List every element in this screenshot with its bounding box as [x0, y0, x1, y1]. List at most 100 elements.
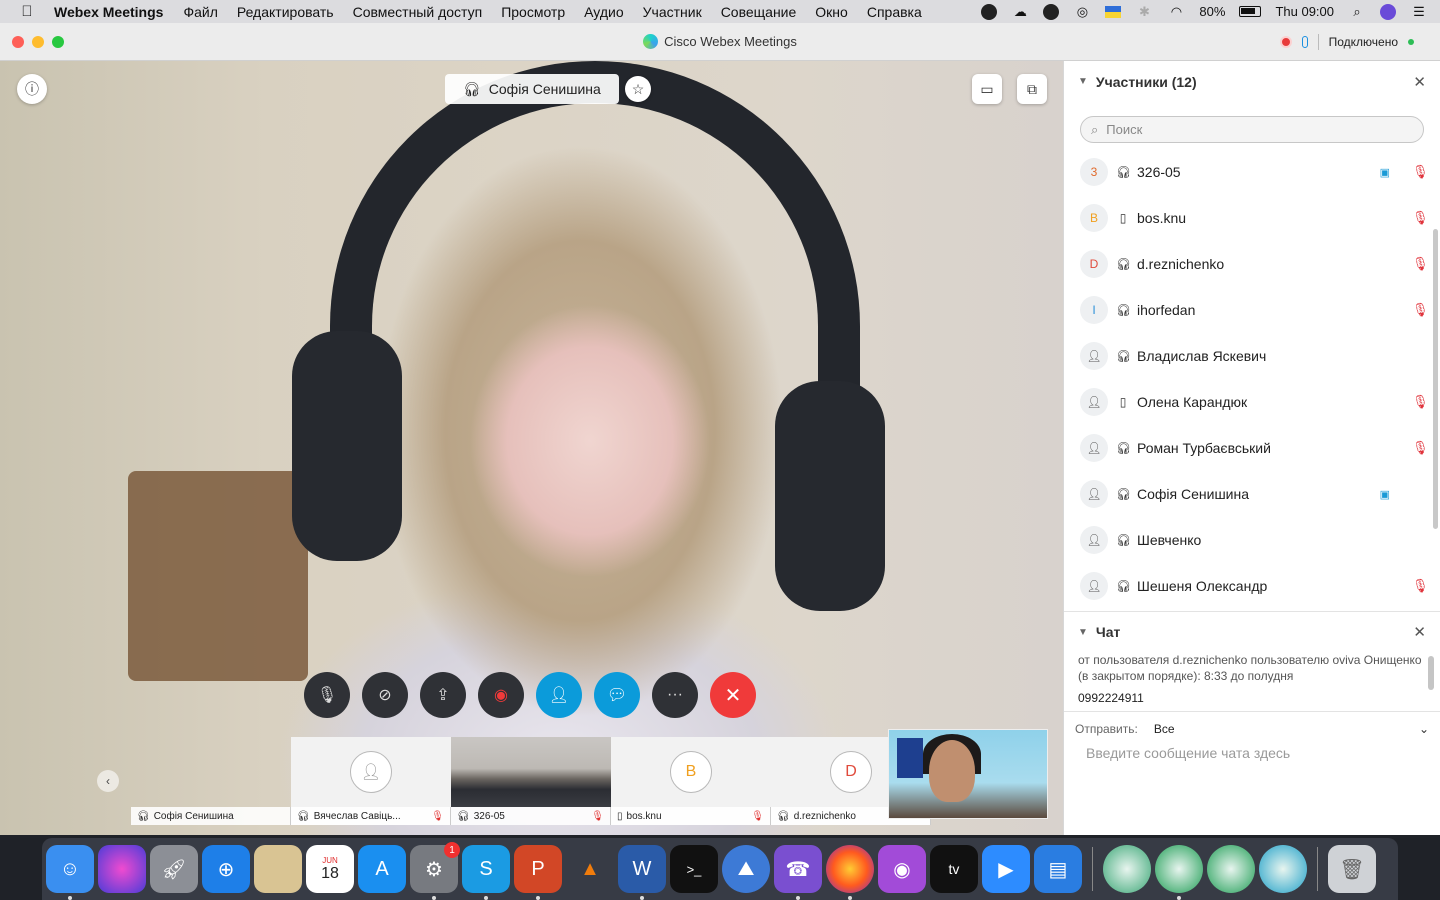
thumbnail-2[interactable]: 🎧︎ 326-05 🎙︎ [451, 737, 611, 825]
muted-mic-icon[interactable]: 🎙︎ [1412, 578, 1429, 594]
siri-icon[interactable] [98, 845, 146, 893]
siri-icon[interactable] [1380, 3, 1396, 20]
chevron-down-icon[interactable]: ▼ [1078, 76, 1088, 87]
keyboard-layout-flag-icon[interactable] [1105, 5, 1122, 18]
webex-installer-icon[interactable] [1103, 845, 1151, 893]
active-speaker-video[interactable]: ⓘ 🎧︎ Софія Сенишина ☆ ▭ ⧉ 🎙︎ ⊘ ⇪ ◉ 👤︎ 💬︎… [0, 61, 1063, 835]
powerpoint-icon[interactable]: P [514, 845, 562, 900]
close-participants-button[interactable]: ✕ [1413, 73, 1426, 91]
close-window-button[interactable] [12, 35, 24, 48]
menu-window[interactable]: Окно [815, 4, 848, 20]
battery-icon[interactable] [1239, 6, 1262, 17]
mute-button[interactable]: 🎙︎ [304, 672, 350, 718]
meeting-info-button[interactable]: ⓘ [17, 74, 47, 104]
finder-icon[interactable]: ☺ [46, 845, 94, 900]
status-app-icon[interactable] [1043, 3, 1060, 20]
spotlight-search-icon[interactable]: ⌕ [1348, 4, 1366, 20]
system-preferences-icon[interactable]: ⚙ 1 [410, 842, 460, 900]
share-button[interactable]: ⇪ [420, 672, 466, 718]
minimize-window-button[interactable] [32, 35, 44, 48]
participant-search-field[interactable]: ⌕ Поиск [1080, 116, 1424, 143]
more-options-button[interactable]: ··· [652, 672, 698, 718]
cloud-upload-icon[interactable]: ☁ [1011, 4, 1029, 20]
thumbnail-3[interactable]: B ▯ bos.knu 🎙︎ [611, 737, 771, 825]
muted-mic-icon[interactable]: 🎙︎ [1412, 164, 1429, 180]
menu-participant[interactable]: Участник [643, 4, 702, 20]
participant-row[interactable]: D 🎧︎ d.reznichenko 🎙︎ [1064, 241, 1440, 287]
apple-tv-icon[interactable]: tv [930, 845, 978, 893]
launchpad-icon[interactable]: 🚀︎ [150, 845, 198, 893]
chat-button[interactable]: 💬︎ [594, 672, 640, 718]
participant-row[interactable]: I 🎧︎ ihorfedan 🎙︎ [1064, 287, 1440, 333]
webex-meetings-icon[interactable] [1155, 845, 1203, 900]
stop-video-button[interactable]: ⊘ [362, 672, 408, 718]
participant-row[interactable]: 👤︎ 🎧︎ Владислав Яскевич [1064, 333, 1440, 379]
safari-icon[interactable]: ⊕ [202, 845, 250, 893]
participant-row[interactable]: 👤︎ 🎧︎ Шешеня Олександр 🎙︎ [1064, 563, 1440, 609]
thumbnail-1[interactable]: 👤︎ 🎧︎ Вячеслав Савіць... 🎙︎ [291, 737, 451, 825]
word-icon[interactable]: W [618, 845, 666, 900]
chevron-down-icon[interactable]: ▼ [1078, 627, 1088, 638]
layout-toggle-button[interactable]: ▭ [972, 74, 1002, 104]
thumbnail-0[interactable]: 🎧︎ Софія Сенишина [131, 737, 291, 825]
muted-mic-icon[interactable]: 🎙︎ [1412, 302, 1429, 318]
participant-row[interactable]: 3 🎧︎ 326-05 ▣ 🎙︎ [1064, 149, 1440, 195]
control-center-icon[interactable]: ☰ [1410, 4, 1428, 20]
preview-icon[interactable] [254, 845, 302, 893]
muted-mic-icon[interactable]: 🎙︎ [1412, 256, 1429, 272]
participant-row[interactable]: 👤︎ ▯ Олена Карандюк 🎙︎ [1064, 379, 1440, 425]
menu-file[interactable]: Файл [183, 4, 217, 20]
trash-icon[interactable]: 🗑︎ [1328, 845, 1376, 893]
muted-mic-icon[interactable]: 🎙︎ [1412, 440, 1429, 456]
participant-list[interactable]: 3 🎧︎ 326-05 ▣ 🎙︎ B ▯ bos.knu 🎙︎ D 🎧︎ d.reznichenko 🎙… [1064, 149, 1440, 611]
muted-mic-icon[interactable]: 🎙︎ [1412, 210, 1429, 226]
send-to-select[interactable]: Все [1154, 722, 1175, 736]
participants-panel-header[interactable]: ▼ Участники (12) ✕ [1064, 61, 1440, 102]
participants-button[interactable]: 👤︎ [536, 672, 582, 718]
skype-icon[interactable]: S [462, 845, 510, 900]
participant-list-scrollbar[interactable] [1433, 229, 1438, 529]
webex-teams-icon[interactable] [1259, 845, 1307, 893]
app-store-icon[interactable]: A [358, 845, 406, 893]
terminal-icon[interactable]: >_ [670, 845, 718, 893]
app-menu[interactable]: Webex Meetings [54, 4, 163, 20]
macs-fan-icon[interactable]: ⛰ [722, 845, 770, 893]
webex-status-icon[interactable]: ◎ [1073, 4, 1091, 20]
pin-speaker-button[interactable]: ☆ [625, 76, 651, 102]
participant-row[interactable]: 👤︎ 🎧︎ Роман Турбаєвський 🎙︎ [1064, 425, 1440, 471]
chat-panel-header[interactable]: ▼ Чат ✕ [1064, 611, 1440, 652]
menu-edit[interactable]: Редактировать [237, 4, 334, 20]
self-view-video[interactable] [888, 729, 1048, 819]
viber-icon[interactable]: ☎ [774, 845, 822, 900]
podcasts-icon[interactable]: ◉ [878, 845, 926, 893]
close-chat-button[interactable]: ✕ [1413, 623, 1426, 641]
record-button[interactable]: ◉ [478, 672, 524, 718]
wifi-icon[interactable]: ◠ [1167, 4, 1185, 20]
chevron-down-icon[interactable]: ⌄ [1419, 722, 1429, 736]
viber-status-icon[interactable] [981, 3, 998, 20]
muted-mic-icon[interactable]: 🎙︎ [1412, 394, 1429, 410]
pop-out-button[interactable]: ⧉ [1017, 74, 1047, 104]
menu-audio[interactable]: Аудио [584, 4, 624, 20]
participant-row[interactable]: B ▯ bos.knu 🎙︎ [1064, 195, 1440, 241]
menu-share[interactable]: Совместный доступ [353, 4, 483, 20]
participant-row[interactable]: 👤︎ 🎧︎ Софія Сенишина ▣ [1064, 471, 1440, 517]
apple-menu-icon[interactable]:  [0, 3, 54, 20]
files-icon[interactable]: ▤ [1034, 845, 1082, 893]
vlc-icon[interactable]: ▲ [566, 845, 614, 893]
menu-help[interactable]: Справка [867, 4, 922, 20]
thumbnail-prev-button[interactable]: ‹ [97, 770, 119, 792]
recording-indicator-icon[interactable] [1279, 35, 1292, 48]
chat-scrollbar[interactable] [1428, 656, 1434, 690]
participant-row[interactable]: 👤︎ 🎧︎ Шевченко [1064, 517, 1440, 563]
menubar-clock[interactable]: Thu 09:00 [1275, 4, 1334, 19]
end-meeting-button[interactable]: ✕ [710, 672, 756, 718]
menu-view[interactable]: Просмотр [501, 4, 565, 20]
calendar-icon[interactable]: JUN 18 [306, 845, 354, 893]
chat-input[interactable]: Введите сообщение чата здесь [1064, 745, 1440, 761]
fullscreen-window-button[interactable] [52, 35, 64, 48]
zoom-icon[interactable]: ▶ [982, 845, 1030, 893]
microphone-status-icon[interactable] [1301, 35, 1308, 48]
firefox-icon[interactable] [826, 845, 874, 900]
menu-meeting[interactable]: Совещание [721, 4, 797, 20]
